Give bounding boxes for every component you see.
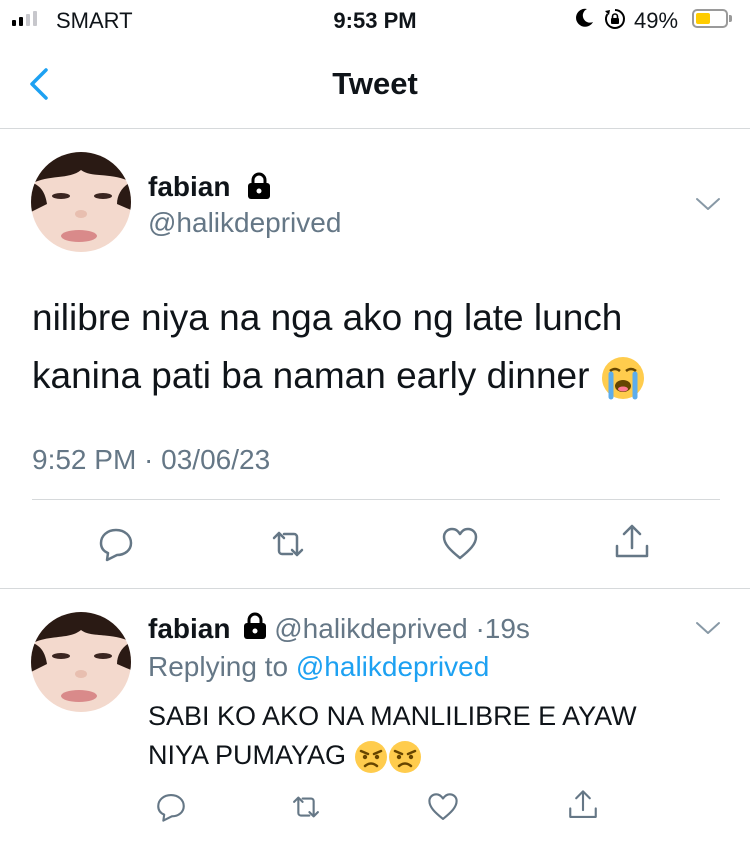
battery-percent: 49% [634,8,679,33]
loudly-crying-face-emoji [601,357,644,400]
angry-face-emoji [354,740,387,773]
reply-age: 19s [484,613,530,644]
orientation-lock-icon [605,9,625,29]
display-name[interactable]: fabian [148,171,230,203]
reply-reply-icon[interactable] [154,790,188,824]
battery-icon [692,9,732,28]
chevron-down-icon[interactable] [695,196,721,212]
tweet-timestamp[interactable]: 9:52 PM · 03/06/23 [32,444,270,476]
reply-handle[interactable]: @halikdeprived [274,613,467,644]
share-icon[interactable] [612,522,652,562]
meta-divider [32,499,720,500]
angry-face-emoji [388,740,421,773]
lock-icon [244,612,267,639]
tweet-body: nilibre niya na nga ako ng late lunch ka… [32,297,623,396]
reply-icon[interactable] [96,524,136,564]
time-separator: · [475,613,485,644]
avatar[interactable] [31,152,131,252]
reply-share-icon[interactable] [566,788,600,822]
nav-divider [0,128,750,129]
retweet-icon[interactable] [268,524,308,564]
like-icon[interactable] [440,524,480,564]
page-title: Tweet [332,66,418,101]
reply-display-name[interactable]: fabian [148,613,230,644]
reply-avatar[interactable] [31,612,131,712]
lock-icon [248,172,270,199]
tweet-text: nilibre niya na nga ako ng late lunch ka… [32,289,722,405]
reply-like-icon[interactable] [426,790,460,824]
section-divider [0,588,750,589]
replying-to-label: Replying to [148,651,289,682]
reply-header: fabian @halikdeprived ·19s [148,612,530,645]
reply-retweet-icon[interactable] [289,790,323,824]
replying-to-link[interactable]: @halikdeprived [296,651,489,682]
replying-to-line: Replying to @halikdeprived [148,651,489,683]
do-not-disturb-moon-icon [576,8,593,27]
reply-text: SABI KO AKO NA MANLILIBRE E AYAW NIYA PU… [148,697,708,775]
handle[interactable]: @halikdeprived [148,207,341,239]
status-bar: SMART 9:53 PM 49% [0,0,750,44]
reply-chevron-down-icon[interactable] [695,620,721,636]
